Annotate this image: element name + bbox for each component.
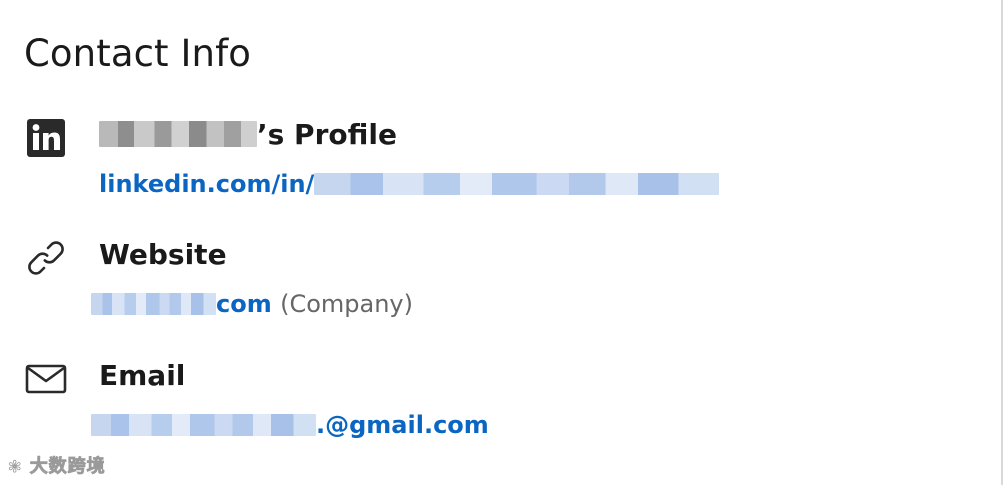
contact-info-card: Contact Info ’s Profile linkedin.com/in/… xyxy=(0,0,1003,485)
redacted-name xyxy=(99,121,257,147)
website-type: (Company) xyxy=(280,290,413,318)
watermark: ✼ 大数跨境 xyxy=(8,456,106,478)
profile-heading[interactable]: ’s Profile xyxy=(99,118,397,151)
profile-link[interactable]: linkedin.com/in/ xyxy=(99,170,720,198)
redacted-domain xyxy=(91,293,216,315)
email-link[interactable]: .@gmail.com xyxy=(91,411,489,439)
link-icon xyxy=(24,236,68,280)
redacted-url xyxy=(314,173,720,195)
website-link[interactable]: com (Company) xyxy=(91,290,413,318)
card-title: Contact Info xyxy=(24,32,251,75)
linkedin-icon xyxy=(24,116,68,160)
email-heading: Email xyxy=(99,359,186,392)
watermark-logo-icon: ✼ xyxy=(8,457,23,477)
website-heading: Website xyxy=(99,238,227,271)
envelope-icon xyxy=(24,357,68,401)
redacted-email-user xyxy=(91,414,316,436)
